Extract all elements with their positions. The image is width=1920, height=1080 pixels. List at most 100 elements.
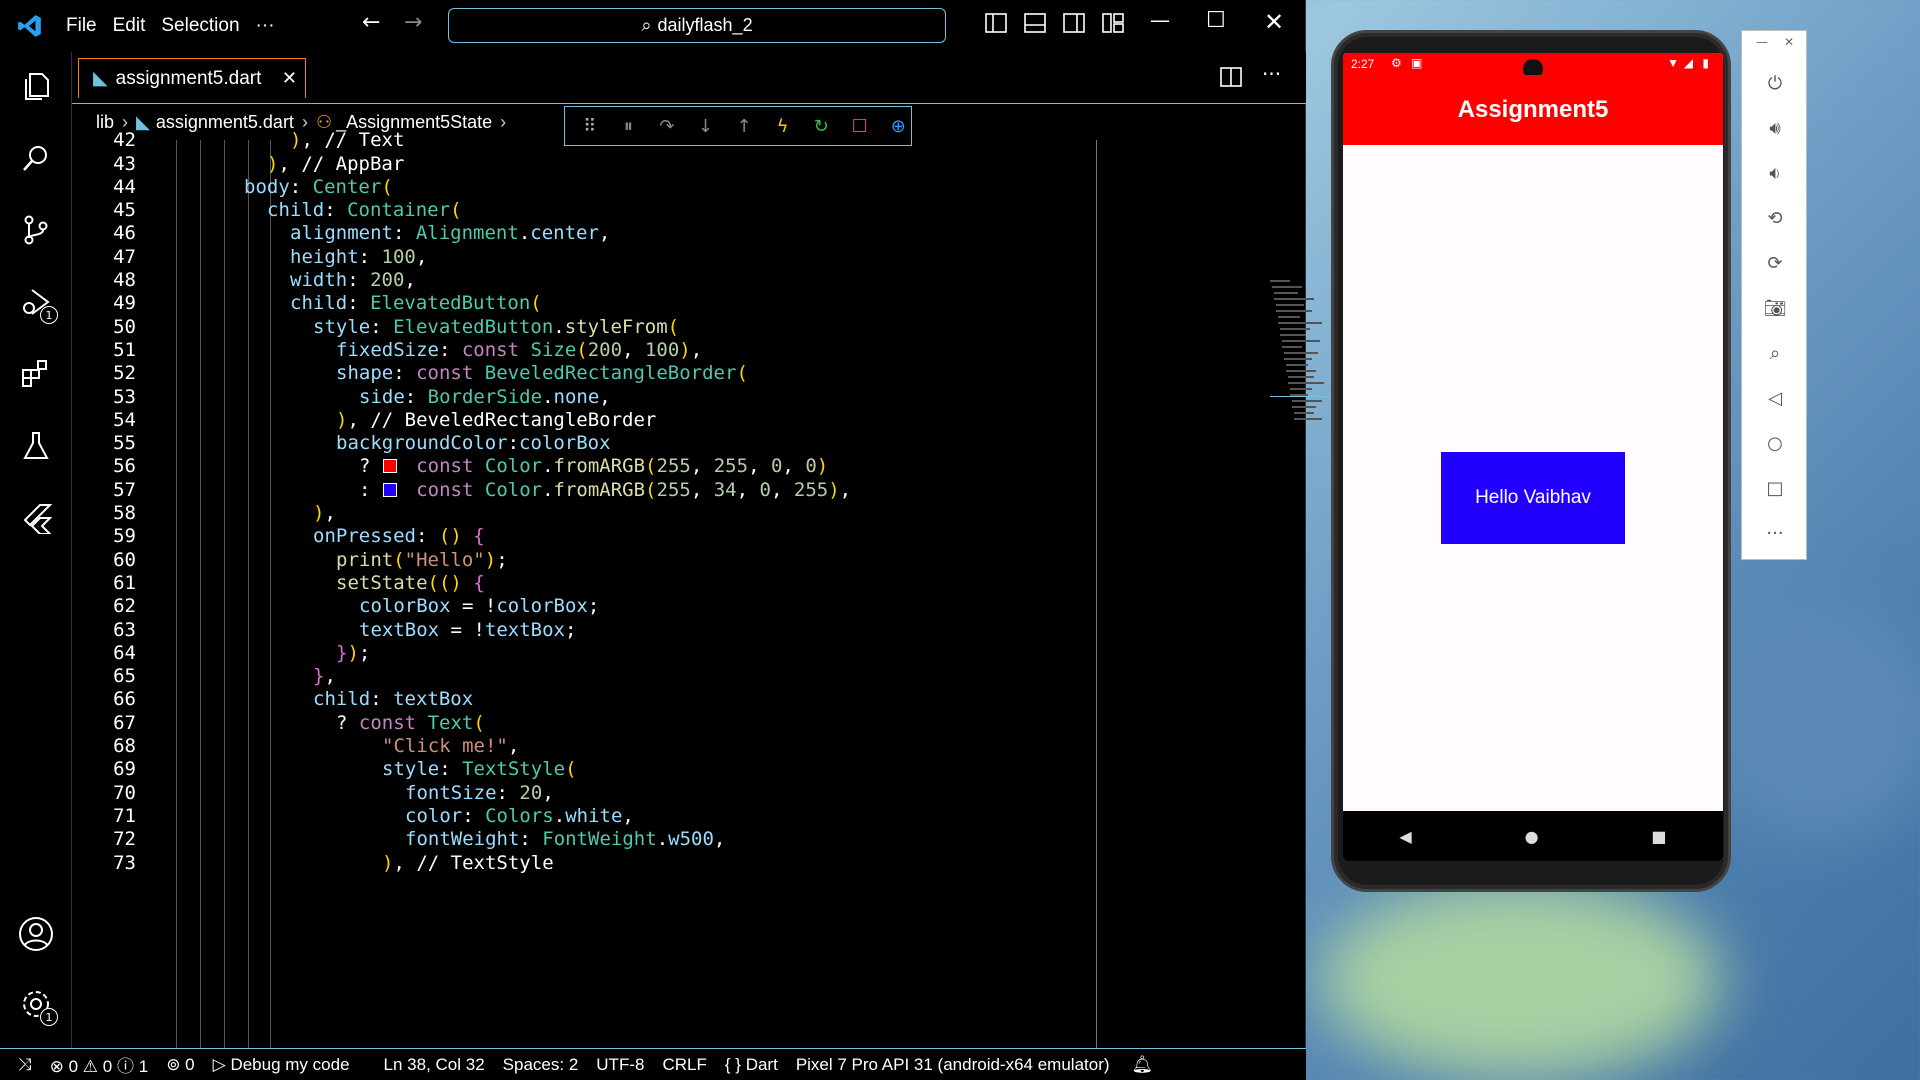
rotate-right-icon[interactable]: ⟳ — [1759, 247, 1791, 279]
debug-badge: 1 — [40, 306, 58, 324]
line-number: 65 — [113, 665, 136, 688]
toggle-panel-icon[interactable] — [1024, 12, 1048, 36]
line-number: 52 — [113, 362, 136, 385]
search-icon[interactable] — [16, 138, 56, 178]
code-text: child: ElevatedButton( — [290, 292, 542, 315]
wallpaper-blob — [1700, 600, 1920, 840]
info-count: 1 — [138, 1057, 149, 1076]
line-number: 69 — [113, 758, 136, 781]
more-icon[interactable]: ··· — [1759, 517, 1791, 549]
line-number: 45 — [113, 199, 136, 222]
debug-run-icon: ▷ — [212, 1054, 226, 1074]
accounts-icon[interactable] — [16, 914, 56, 954]
code-text: child: Container( — [267, 199, 462, 222]
flutter-icon[interactable] — [16, 498, 56, 538]
line-number: 60 — [113, 548, 136, 571]
code-text: }); — [336, 641, 371, 664]
nav-back-icon[interactable]: ◀ — [1399, 827, 1411, 846]
end-of-line[interactable]: CRLF — [662, 1055, 706, 1075]
customize-layout-icon[interactable] — [1102, 12, 1126, 36]
tab-label: assignment5.dart — [115, 67, 262, 89]
line-number: 57 — [113, 478, 136, 501]
toggle-sidebar-icon[interactable] — [985, 12, 1009, 36]
back-icon[interactable]: ◁ — [1759, 382, 1791, 414]
zoom-icon[interactable]: ⌕ — [1759, 337, 1791, 369]
split-editor-icon[interactable] — [1220, 66, 1242, 92]
signal-icon: ◢ — [1683, 56, 1693, 70]
tab-assignment5-dart[interactable]: ◣ assignment5.dart ✕ — [78, 58, 306, 98]
code-text: ), — [313, 502, 336, 525]
android-status-bar: 2:27 ⚙ ▣ ▼ ◢ ▮ — [1343, 53, 1723, 79]
language-mode[interactable]: { } Dart — [725, 1055, 778, 1075]
settings-gear-icon[interactable]: 1 — [16, 984, 58, 1026]
close-icon[interactable]: ✕ — [1264, 8, 1288, 36]
back-arrow-icon[interactable]: ← — [362, 10, 386, 35]
run-debug-icon[interactable]: 1 — [16, 282, 58, 324]
home-icon[interactable]: ○ — [1759, 427, 1791, 459]
error-count: 0 — [68, 1057, 79, 1076]
forward-arrow-icon[interactable]: → — [404, 10, 428, 35]
screenshot-camera-icon[interactable]: 📷︎ — [1759, 292, 1791, 324]
source-control-icon[interactable] — [16, 210, 56, 250]
overview-icon[interactable]: □ — [1759, 472, 1791, 504]
remote-icon[interactable]: ⤨ — [18, 1055, 32, 1075]
power-icon[interactable]: ⏻ — [1759, 67, 1791, 99]
code-text: body: Center( — [244, 175, 393, 198]
phone-screen: 2:27 ⚙ ▣ ▼ ◢ ▮ Assignment5 Hello Vaibhav… — [1343, 53, 1723, 861]
problems-status[interactable]: ⊗ 0 ⚠ 0 ⓘ 1 — [50, 1052, 149, 1077]
volume-up-icon[interactable]: 🔊︎ — [1759, 112, 1791, 144]
line-number: 54 — [113, 408, 136, 431]
code-text: "Click me!", — [382, 735, 520, 758]
line-number: 61 — [113, 571, 136, 594]
code-text: ), // BeveledRectangleBorder — [336, 408, 657, 431]
code-text: colorBox = !colorBox; — [359, 595, 600, 618]
notifications-bell-icon[interactable]: 🔔︎ — [1132, 1055, 1154, 1075]
debug-status[interactable]: ▷ Debug my code — [213, 1055, 350, 1075]
code-text: alignment: Alignment.center, — [290, 222, 611, 245]
warning-icon: ⚠ — [82, 1057, 99, 1076]
editor-tabs: ◣ assignment5.dart ✕ ··· — [72, 52, 1306, 104]
device-selector[interactable]: Pixel 7 Pro API 31 (android-x64 emulator… — [796, 1055, 1110, 1075]
line-number: 64 — [113, 641, 136, 664]
warning-count: 0 — [102, 1057, 113, 1076]
menu-selection[interactable]: Selection — [161, 15, 239, 37]
vscode-logo-icon — [10, 6, 50, 46]
emu-close-icon[interactable]: ✕ — [1784, 35, 1794, 49]
nav-home-icon[interactable]: ● — [1525, 827, 1539, 846]
encoding[interactable]: UTF-8 — [596, 1055, 644, 1075]
explorer-icon[interactable] — [16, 66, 56, 106]
cursor-position[interactable]: Ln 38, Col 32 — [384, 1055, 485, 1075]
minimize-icon[interactable]: — — [1150, 8, 1174, 32]
code-text: color: Colors.white, — [405, 804, 634, 827]
menu-file[interactable]: File — [66, 15, 97, 37]
toggle-secondary-sidebar-icon[interactable] — [1063, 12, 1087, 36]
volume-down-icon[interactable]: 🔉︎ — [1759, 157, 1791, 189]
battery-icon: ▮ — [1702, 56, 1709, 70]
code-text: fontWeight: FontWeight.w500, — [405, 828, 726, 851]
extensions-icon[interactable] — [16, 354, 56, 394]
more-actions-icon[interactable]: ··· — [1262, 62, 1281, 86]
hello-elevated-button[interactable]: Hello Vaibhav — [1441, 452, 1625, 544]
line-number: 70 — [113, 781, 136, 804]
testing-flask-icon[interactable] — [16, 426, 56, 466]
braces-icon: { } — [724, 1054, 741, 1074]
code-line[interactable]: 73), // TextStyle — [72, 848, 1072, 877]
code-text: child: textBox — [313, 688, 474, 711]
color-swatch[interactable] — [383, 459, 397, 474]
rotate-left-icon[interactable]: ⟲ — [1759, 202, 1791, 234]
line-number: 55 — [113, 432, 136, 455]
tab-close-icon[interactable]: ✕ — [282, 68, 297, 89]
color-swatch[interactable] — [383, 482, 397, 497]
code-text: fontSize: 20, — [405, 781, 554, 804]
menu-more[interactable]: ··· — [256, 15, 275, 37]
menu-edit[interactable]: Edit — [113, 15, 146, 37]
code-editor[interactable]: 42), // Text 43), // AppBar 44 body: Center… — [72, 129, 1360, 1048]
indentation[interactable]: Spaces: 2 — [503, 1055, 579, 1075]
emulator-toolbar: — ✕ ⏻ 🔊︎ 🔉︎ ⟲ ⟳ 📷︎ ⌕ ◁ ○ □ ··· — [1741, 30, 1807, 560]
ports-status[interactable]: ⊚ 0 — [166, 1055, 194, 1075]
maximize-icon[interactable]: ☐ — [1206, 8, 1230, 33]
emu-minimize-icon[interactable]: — — [1756, 35, 1768, 49]
nav-recents-icon[interactable]: ■ — [1651, 827, 1666, 846]
command-center-search[interactable]: ⌕ dailyflash_2 — [448, 8, 946, 43]
code-text: backgroundColor:colorBox — [336, 432, 611, 455]
